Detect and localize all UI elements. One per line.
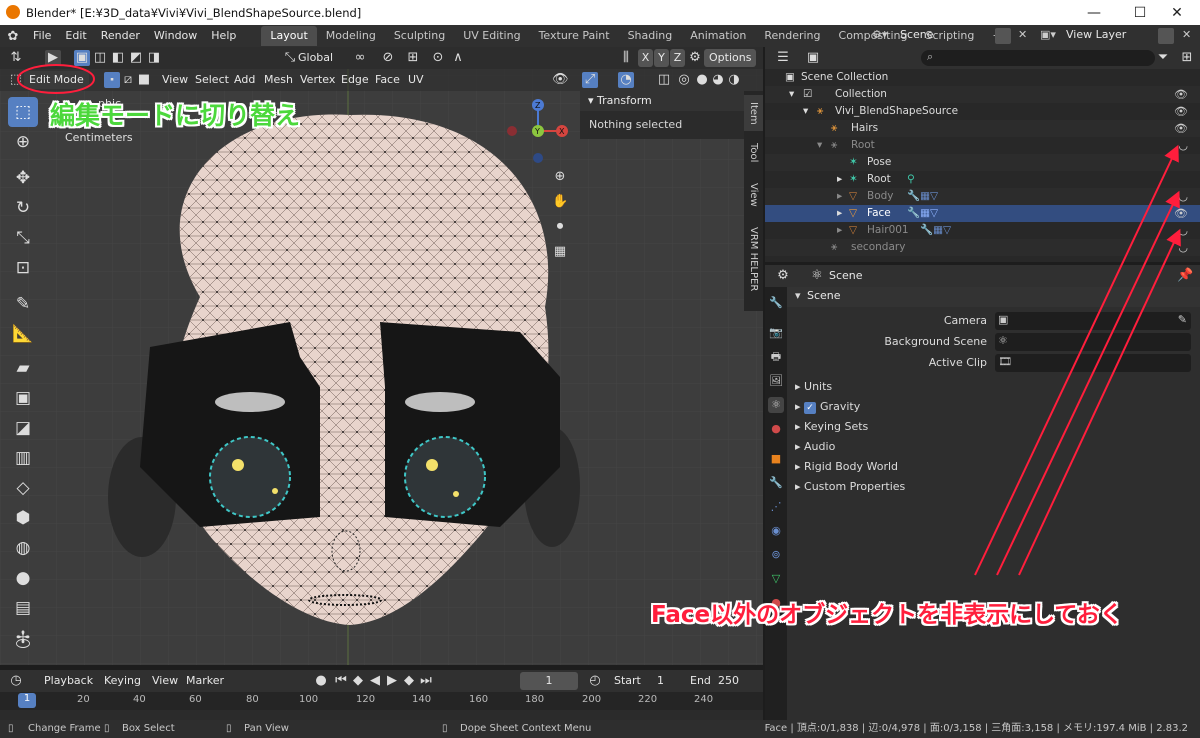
mouse-left-icon: ▯ (8, 723, 14, 734)
mouse-middle-icon: ▯ (104, 723, 110, 734)
edit-mode-highlight (17, 64, 95, 94)
status-dope-sheet-context-menu: Dope Sheet Context Menu (460, 723, 592, 734)
status-bar: ▯ Change Frame ▯ Box Select ▯ Pan View ▯… (0, 720, 1200, 738)
status-scene-stats: Face | 頂点:0/1,838 | 辺:0/4,978 | 面:0/3,15… (764, 723, 1188, 734)
status-pan-view: Pan View (244, 723, 289, 734)
mouse-right-icon: ▯ (226, 723, 232, 734)
status-change-frame: Change Frame (28, 723, 101, 734)
hide-objects-annotation: Face以外のオブジェクトを非表示にしておく (651, 602, 1123, 628)
arrow-hair001 (1018, 228, 1181, 576)
arrow-body (996, 190, 1180, 576)
edit-mode-annotation: 編集モードに切り替え (50, 101, 301, 130)
status-box-select: Box Select (122, 723, 175, 734)
arrow-root (974, 144, 1179, 576)
context-menu-icon: ▯ (442, 723, 448, 734)
